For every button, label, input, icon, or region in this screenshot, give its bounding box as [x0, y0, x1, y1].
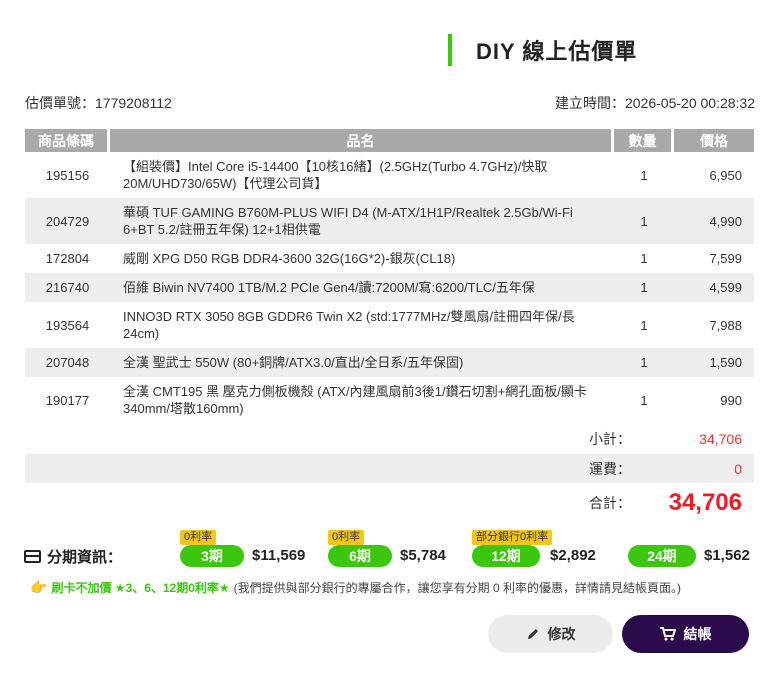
pencil-icon — [527, 629, 538, 639]
page-title: DIY 線上估價單 — [476, 39, 638, 64]
header-code: 商品條碼 — [25, 129, 110, 152]
plan-tag: 0利率 — [180, 530, 217, 545]
item-qty: 1 — [614, 198, 674, 244]
item-code: 204729 — [25, 198, 110, 244]
installment-plan-24: 24期 $1,562 — [628, 530, 758, 570]
table-row: 216740 佰維 Biwin NV7400 1TB/M.2 PCIe Gen4… — [25, 273, 754, 302]
item-code: 193564 — [45, 317, 90, 333]
item-code: 190177 — [45, 392, 90, 408]
installment-plan-12: 部分銀行0利率 12期 $2,892 — [472, 530, 612, 570]
total-label: 合計： — [589, 495, 631, 511]
plan-term: 3期 — [180, 545, 244, 567]
item-price: 7,988 — [709, 317, 742, 333]
table-row: 172804 威剛 XPG D50 RGB DDR4-3600 32G(16G*… — [25, 244, 754, 273]
quote-number: 估價單號：1779208112 — [25, 95, 172, 111]
shipping-row: 運費： 0 — [25, 454, 754, 483]
item-name: 威剛 XPG D50 RGB DDR4-3600 32G(16G*2)-銀灰(C… — [123, 251, 456, 266]
table-header-row: 商品條碼 品名 數量 價格 — [25, 129, 754, 152]
item-name: 佰維 Biwin NV7400 1TB/M.2 PCIe Gen4/讀:7200… — [110, 273, 614, 302]
table-row: 195156 【組裝價】Intel Core i5-14400【10核16緒】(… — [25, 152, 754, 198]
item-code: 195156 — [45, 167, 90, 183]
credit-card-icon — [24, 550, 41, 563]
plan-amount: $5,784 — [400, 547, 446, 564]
item-price: 7,599 — [709, 251, 742, 266]
item-qty: 1 — [614, 273, 674, 302]
table-row: 193564 INNO3D RTX 3050 8GB GDDR6 Twin X2… — [25, 302, 754, 348]
item-qty: 1 — [640, 392, 648, 408]
plan-term: 24期 — [628, 545, 696, 567]
header-price: 價格 — [674, 129, 754, 152]
subtotal-label: 小計： — [589, 430, 631, 447]
promo-line: 👉 刷卡不加價 ★3、6、12期0利率★ (我們提供與部分銀行的專屬合作，讓您享… — [30, 579, 681, 596]
item-name: 【組裝價】Intel Core i5-14400【10核16緒】(2.5GHz(… — [123, 159, 548, 191]
installment-plan-6: 0利率 6期 $5,784 — [328, 530, 458, 570]
item-qty: 1 — [614, 348, 674, 377]
header-qty: 數量 — [614, 129, 674, 152]
item-name: 全漢 聖武士 550W (80+銅牌/ATX3.0/直出/全日系/五年保固) — [110, 348, 614, 377]
checkout-button[interactable]: 結帳 — [622, 615, 749, 653]
shipping-value: 0 — [734, 460, 742, 477]
subtotal-value: 34,706 — [699, 430, 742, 447]
item-qty: 1 — [640, 317, 648, 333]
subtotal-row: 小計： 34,706 — [25, 424, 754, 453]
item-code: 172804 — [45, 251, 90, 266]
header-name: 品名 — [110, 129, 614, 152]
table-row: 207048 全漢 聖武士 550W (80+銅牌/ATX3.0/直出/全日系/… — [25, 348, 754, 377]
item-price: 990 — [720, 392, 742, 408]
item-code: 207048 — [25, 348, 110, 377]
plan-term: 12期 — [472, 545, 540, 567]
plan-amount: $2,892 — [550, 547, 596, 564]
item-price: 6,950 — [709, 167, 742, 183]
plan-amount: $11,569 — [252, 547, 306, 564]
promo-highlight: 刷卡不加價 ★3、6、12期0利率★ — [51, 581, 230, 595]
installment-label-block: 分期資訊： — [24, 546, 122, 567]
item-price: 4,599 — [674, 273, 754, 302]
plan-term: 6期 — [328, 545, 392, 567]
item-qty: 1 — [640, 251, 648, 266]
item-price: 1,590 — [674, 348, 754, 377]
shipping-label: 運費： — [589, 460, 631, 477]
promo-note: (我們提供與部分銀行的專屬合作，讓您享有分期 0 利率的優惠，詳情請見結帳頁面。… — [233, 581, 682, 595]
items-table: 商品條碼 品名 數量 價格 195156 【組裝價】Intel Core i5-… — [25, 129, 754, 423]
title-block: DIY 線上估價單 — [448, 33, 637, 67]
total-row: 合計： 34,706 — [25, 486, 754, 520]
plan-amount: $1,562 — [704, 547, 750, 564]
plan-tag: 0利率 — [328, 530, 365, 545]
item-name: INNO3D RTX 3050 8GB GDDR6 Twin X2 (std:1… — [123, 309, 575, 341]
item-price: 4,990 — [674, 198, 754, 244]
edit-button-label: 修改 — [547, 626, 576, 642]
title-accent-bar — [448, 34, 452, 66]
item-name: 全漢 CMT195 黑 壓克力側板機殼 (ATX/內建風扇前3後1/鑽石切割+網… — [123, 384, 587, 416]
checkout-button-label: 結帳 — [683, 626, 712, 642]
item-qty: 1 — [640, 167, 648, 183]
cart-icon — [659, 627, 676, 641]
installment-label: 分期資訊： — [47, 549, 123, 566]
item-code: 216740 — [25, 273, 110, 302]
edit-button[interactable]: 修改 — [488, 615, 613, 653]
pointing-hand-icon: 👉 — [30, 579, 48, 595]
installment-plan-3: 0利率 3期 $11,569 — [180, 530, 320, 570]
item-name: 華碩 TUF GAMING B760M-PLUS WIFI D4 (M-ATX/… — [110, 198, 614, 244]
total-value: 34,706 — [668, 489, 742, 516]
plan-tag: 部分銀行0利率 — [472, 530, 553, 545]
table-row: 190177 全漢 CMT195 黑 壓克力側板機殼 (ATX/內建風扇前3後1… — [25, 377, 754, 423]
table-row: 204729 華碩 TUF GAMING B760M-PLUS WIFI D4 … — [25, 198, 754, 244]
created-time: 建立時間：2026-05-20 00:28:32 — [555, 95, 755, 111]
